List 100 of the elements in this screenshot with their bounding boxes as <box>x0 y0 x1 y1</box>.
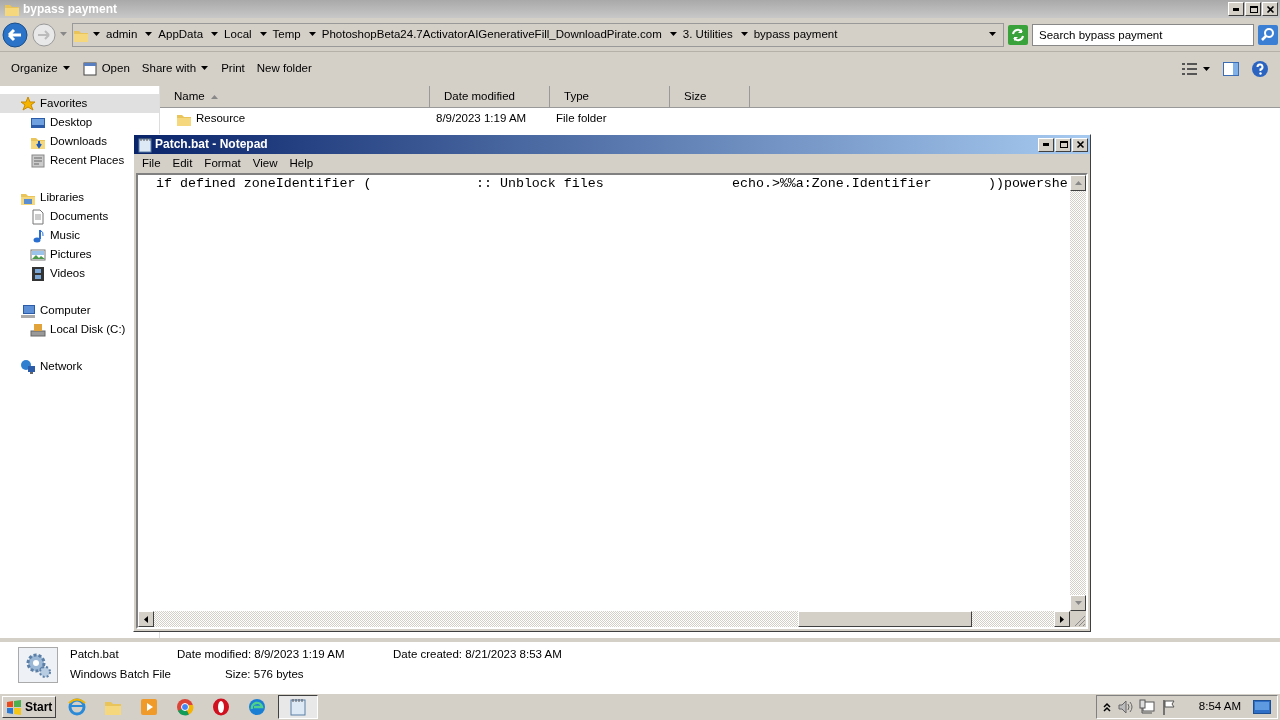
column-header[interactable]: Type <box>550 86 670 107</box>
right-arrow-icon <box>1060 615 1064 623</box>
close-button[interactable] <box>1072 137 1088 152</box>
breadcrumb-link[interactable]: admin <box>106 27 138 42</box>
column-header[interactable]: Size <box>670 86 750 107</box>
chevron-up-icon[interactable] <box>1102 702 1111 712</box>
close-icon <box>1075 140 1085 149</box>
minimize-button[interactable] <box>1038 137 1054 152</box>
scroll-up-button[interactable] <box>1070 175 1086 191</box>
detail-field: Size: 576 bytes <box>177 668 387 682</box>
detail-field: Date created: 8/21/2023 8:53 AM <box>393 648 593 662</box>
browser-icon <box>67 697 88 717</box>
menu-item[interactable]: Help <box>283 156 320 171</box>
minimize-icon <box>1043 143 1049 146</box>
refresh-button[interactable] <box>1008 24 1028 45</box>
left-arrow-icon <box>144 615 148 623</box>
scroll-right-button[interactable] <box>1054 611 1070 627</box>
sidebar-item[interactable]: Pictures <box>0 245 96 264</box>
breadcrumb-link[interactable]: PhotoshopBeta24.7ActivatorAIGenerativeFill_DownloadPirate.com <box>321 27 662 42</box>
maximize-icon <box>1248 4 1258 14</box>
breadcrumb-link[interactable]: bypass payment <box>753 27 838 42</box>
sidebar-item[interactable]: Favorites <box>0 94 159 113</box>
sidebar-item[interactable]: Network <box>0 357 87 376</box>
sidebar-item[interactable]: Computer <box>0 301 95 320</box>
menu-item[interactable]: File <box>136 156 167 171</box>
breadcrumb-link[interactable]: AppData <box>158 27 204 42</box>
taskbar-button[interactable] <box>278 695 319 719</box>
sidebar-item[interactable]: Music <box>0 226 85 245</box>
code-text: :: Unblock files <box>476 176 605 192</box>
toolbar-button[interactable]: Open <box>77 59 135 79</box>
file-row[interactable]: Resource 8/9/2023 1:19 AM File folder <box>160 108 1280 130</box>
caret-icon <box>60 32 68 37</box>
minimize-button[interactable] <box>1228 2 1244 16</box>
file-name: Patch.bat <box>70 648 120 662</box>
gears-icon <box>24 651 52 679</box>
toolbar-button[interactable]: New folder <box>251 59 317 79</box>
caret-icon <box>1203 66 1211 72</box>
close-icon <box>1265 4 1275 14</box>
window-title: Patch.bat - Notepad <box>155 137 268 152</box>
dropdown-caret-icon <box>989 32 997 37</box>
minimize-icon <box>1233 7 1239 11</box>
address-bar[interactable]: admin AppData Local Temp PhotoshopBeta24.7ActivatorAIGenerativeFill_DownloadPirate.com 3. Utilities bypass payment <box>72 22 1004 47</box>
search-field[interactable]: Search bypass payment <box>1032 23 1254 46</box>
horizontal-scrollbar[interactable] <box>138 611 1070 627</box>
search-button[interactable] <box>1258 24 1278 45</box>
sidebar-item[interactable]: Documents <box>0 207 113 226</box>
sidebar-item[interactable]: Recent Places <box>0 151 129 170</box>
breadcrumb-link[interactable]: 3. Utilities <box>682 27 733 42</box>
opera-icon <box>211 697 232 717</box>
sidebar-item[interactable]: Videos <box>0 264 89 283</box>
sidebar-item[interactable]: Downloads <box>0 132 111 151</box>
code-text: echo.>%%a:Zone.Identifier <box>732 176 933 192</box>
vertical-scrollbar[interactable] <box>1070 175 1086 611</box>
scroll-down-button[interactable] <box>1070 595 1086 611</box>
network-icon[interactable] <box>1138 699 1155 715</box>
table-cell-text: File folder <box>555 112 608 126</box>
code-text: if defined zoneIdentifier ( <box>156 176 373 192</box>
clock[interactable]: 8:54 AM <box>1198 700 1241 714</box>
caret-icon <box>62 66 71 72</box>
window-title: bypass payment <box>23 1 118 17</box>
breadcrumb-link[interactable]: Temp <box>272 27 301 42</box>
start-button[interactable]: Start <box>2 696 57 718</box>
up-arrow-icon <box>1074 181 1082 185</box>
scroll-thumb[interactable] <box>798 611 972 627</box>
code-text: ))powershe <box>988 176 1069 192</box>
sidebar-item[interactable]: Libraries <box>0 188 89 207</box>
window-icon <box>82 62 97 76</box>
speaker-icon[interactable] <box>1116 699 1133 715</box>
refresh-icon <box>1008 24 1028 45</box>
help-icon <box>1251 60 1269 78</box>
show-desktop-icon[interactable] <box>1253 699 1271 715</box>
maximize-button[interactable] <box>1245 2 1261 16</box>
toolbar-button[interactable]: Organize <box>6 59 76 79</box>
column-header[interactable]: Name <box>160 86 430 107</box>
menu-item[interactable]: Edit <box>166 156 199 171</box>
notepad-icon <box>288 697 309 717</box>
breadcrumb-link[interactable]: Local <box>224 27 252 42</box>
browser-icon <box>175 697 196 717</box>
sidebar-item[interactable]: Desktop <box>0 113 97 132</box>
down-arrow-icon <box>1074 601 1082 605</box>
film-icon <box>30 265 46 282</box>
maximize-icon <box>1058 140 1068 149</box>
sidebar-item[interactable]: Local Disk (C:) <box>0 320 130 339</box>
file-type: Windows Batch File <box>70 668 171 682</box>
toolbar-button[interactable]: Print <box>216 59 250 79</box>
back-button[interactable] <box>2 21 28 48</box>
menu-item[interactable]: View <box>246 156 284 171</box>
toolbar-button[interactable]: Share with <box>136 59 215 79</box>
menu-item[interactable]: Format <box>198 156 247 171</box>
column-header[interactable]: Date modified <box>430 86 550 107</box>
flag-icon[interactable] <box>1160 699 1177 715</box>
close-button[interactable] <box>1262 2 1278 16</box>
media-player-icon <box>139 697 160 717</box>
list-view-icon <box>1182 63 1198 75</box>
maximize-button[interactable] <box>1055 137 1071 152</box>
caret-icon <box>93 32 101 37</box>
caret-icon <box>669 32 678 37</box>
document-icon <box>30 208 46 225</box>
scroll-left-button[interactable] <box>138 611 154 627</box>
detail-field: Date modified: 8/9/2023 1:19 AM <box>177 648 387 662</box>
